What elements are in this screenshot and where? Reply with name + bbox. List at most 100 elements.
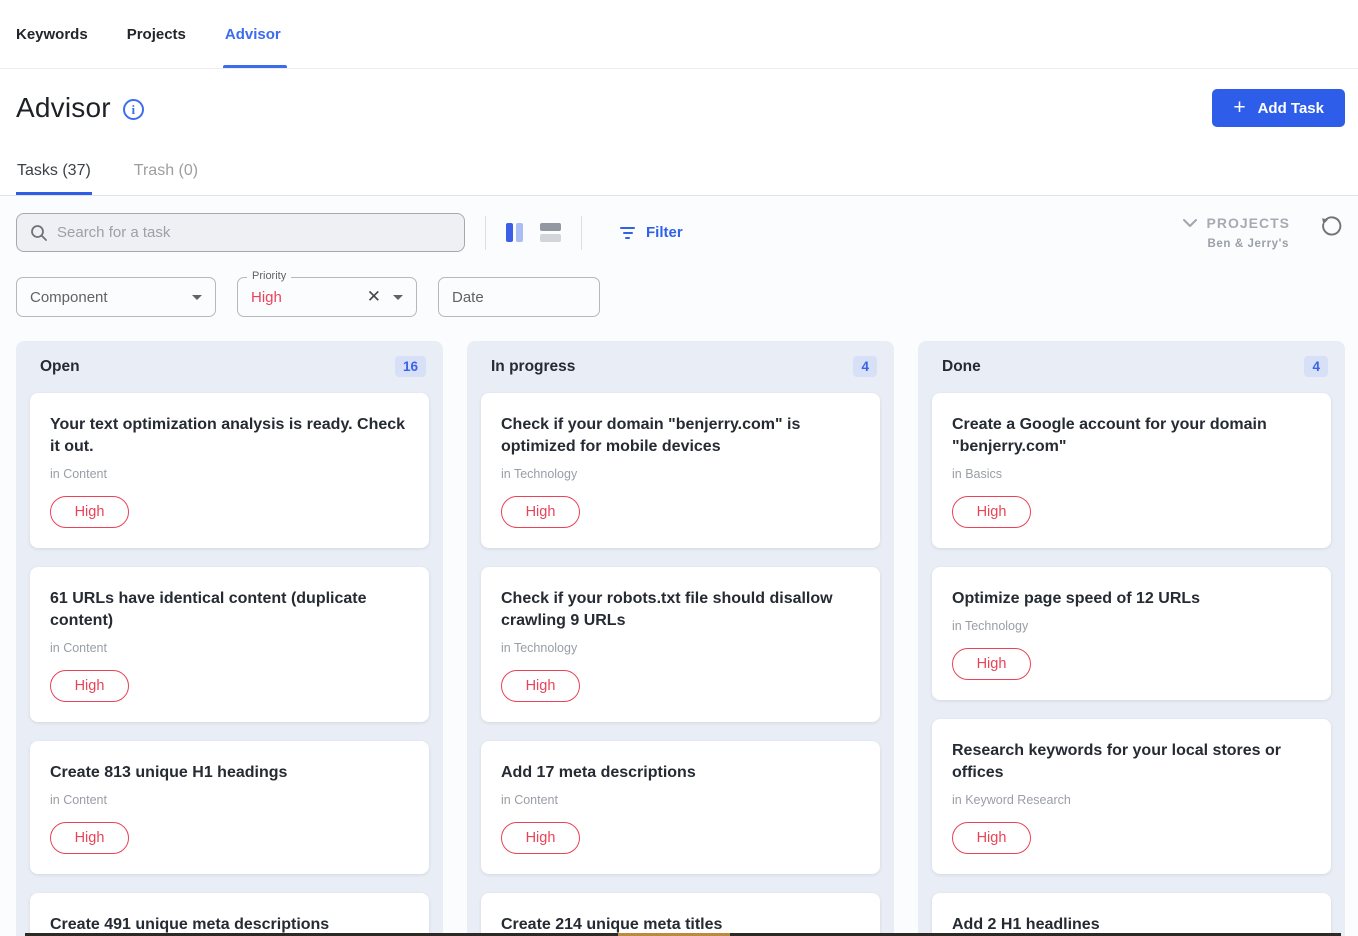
page-title: Advisor [16,92,111,124]
priority-badge: High [501,670,580,702]
nav-item-projects[interactable]: Projects [127,0,186,68]
tab-tasks[interactable]: Tasks (37) [16,147,92,195]
task-card[interactable]: Create 214 unique meta titles in Content… [481,893,880,936]
content-area: Filter PROJECTS Ben & Jerry's [0,196,1358,936]
projects-dropdown[interactable]: PROJECTS Ben & Jerry's [1182,215,1290,250]
filter-icon [620,227,635,239]
list-view-icon[interactable] [540,223,561,242]
task-card[interactable]: Add 2 H1 headlines in Technology High [932,893,1331,936]
priority-badge: High [952,822,1031,854]
board-column-done: Done 4 Create a Google account for your … [918,341,1345,936]
priority-badge: High [952,648,1031,680]
card-list: Check if your domain "benjerry.com" is o… [467,390,894,936]
filter-button[interactable]: Filter [620,224,683,241]
view-toggle [506,223,561,242]
tasks-tabbar: Tasks (37) Trash (0) [0,147,1358,196]
task-card[interactable]: Create 491 unique meta descriptions in C… [30,893,429,936]
advisor-page: Keywords Projects Advisor Advisor i + Ad… [0,0,1358,936]
card-list: Create a Google account for your domain … [918,390,1345,936]
component-filter[interactable]: Component [16,277,216,317]
info-icon[interactable]: i [123,99,144,120]
task-title: Create 813 unique H1 headings [50,762,409,784]
task-title: Optimize page speed of 12 URLs [952,588,1311,610]
column-title: In progress [491,358,575,376]
current-project-name: Ben & Jerry's [1208,238,1290,250]
priority-filter-label: Priority [247,270,291,282]
filter-label: Filter [646,224,683,241]
task-card[interactable]: Optimize page speed of 12 URLs in Techno… [932,567,1331,700]
kanban-view-icon[interactable] [506,223,523,242]
task-card[interactable]: Research keywords for your local stores … [932,719,1331,874]
priority-filter-value: High [251,289,357,306]
priority-badge: High [952,496,1031,528]
task-title: Create a Google account for your domain … [952,414,1311,458]
clear-filter-icon[interactable]: ✕ [367,287,381,307]
task-title: Your text optimization analysis is ready… [50,414,409,458]
task-title: Check if your domain "benjerry.com" is o… [501,414,860,458]
task-component: in Basics [952,467,1311,481]
chevron-down-icon [1182,218,1198,228]
task-component: in Content [50,793,409,807]
divider [581,216,582,250]
task-card[interactable]: Create 813 unique H1 headings in Content… [30,741,429,874]
column-header: In progress 4 [467,341,894,390]
refresh-icon[interactable] [1319,215,1342,243]
add-task-label: Add Task [1258,100,1324,117]
column-title: Done [942,358,981,376]
caret-down-icon [192,295,202,300]
component-filter-label: Component [30,289,108,306]
nav-item-advisor[interactable]: Advisor [225,0,281,68]
plus-icon: + [1233,97,1245,118]
priority-filter[interactable]: Priority High ✕ [237,277,417,317]
divider [485,216,486,250]
task-title: Research keywords for your local stores … [952,740,1311,784]
nav-item-keywords[interactable]: Keywords [16,0,88,68]
priority-badge: High [50,670,129,702]
date-filter-label: Date [452,289,484,306]
column-header: Open 16 [16,341,443,390]
active-tab-underline [223,65,287,68]
task-component: in Content [50,467,409,481]
task-component: in Keyword Research [952,793,1311,807]
task-card[interactable]: Add 17 meta descriptions in Content High [481,741,880,874]
task-component: in Technology [952,619,1311,633]
task-card[interactable]: Check if your domain "benjerry.com" is o… [481,393,880,548]
task-card[interactable]: Your text optimization analysis is ready… [30,393,429,548]
task-component: in Content [50,641,409,655]
task-card[interactable]: 61 URLs have identical content (duplicat… [30,567,429,722]
priority-badge: High [501,822,580,854]
board-column-in-progress: In progress 4 Check if your domain "benj… [467,341,894,936]
task-card[interactable]: Check if your robots.txt file should dis… [481,567,880,722]
kanban-board: Open 16 Your text optimization analysis … [0,317,1358,936]
task-component: in Technology [501,641,860,655]
page-header: Advisor i + Add Task [0,69,1358,131]
top-nav: Keywords Projects Advisor [0,0,1358,69]
caret-down-icon [393,295,403,300]
nav-item-advisor-label: Advisor [225,26,281,43]
search-input[interactable] [57,224,451,241]
toolbar: Filter PROJECTS Ben & Jerry's [0,196,1358,252]
task-component: in Content [501,793,860,807]
column-count-badge: 4 [1304,356,1328,377]
search-icon [30,224,48,242]
priority-badge: High [50,496,129,528]
task-title: 61 URLs have identical content (duplicat… [50,588,409,632]
tab-trash[interactable]: Trash (0) [133,147,199,195]
priority-badge: High [501,496,580,528]
column-header: Done 4 [918,341,1345,390]
search-box[interactable] [16,213,465,252]
column-count-badge: 4 [853,356,877,377]
filter-row: Component Priority High ✕ Date [0,252,1358,317]
date-filter[interactable]: Date [438,277,600,317]
task-title: Add 17 meta descriptions [501,762,860,784]
column-count-badge: 16 [395,356,426,377]
task-title: Check if your robots.txt file should dis… [501,588,860,632]
add-task-button[interactable]: + Add Task [1212,89,1345,127]
column-title: Open [40,358,80,376]
task-card[interactable]: Create a Google account for your domain … [932,393,1331,548]
priority-badge: High [50,822,129,854]
projects-dropdown-label: PROJECTS [1207,215,1290,231]
task-component: in Technology [501,467,860,481]
board-column-open: Open 16 Your text optimization analysis … [16,341,443,936]
card-list: Your text optimization analysis is ready… [16,390,443,936]
